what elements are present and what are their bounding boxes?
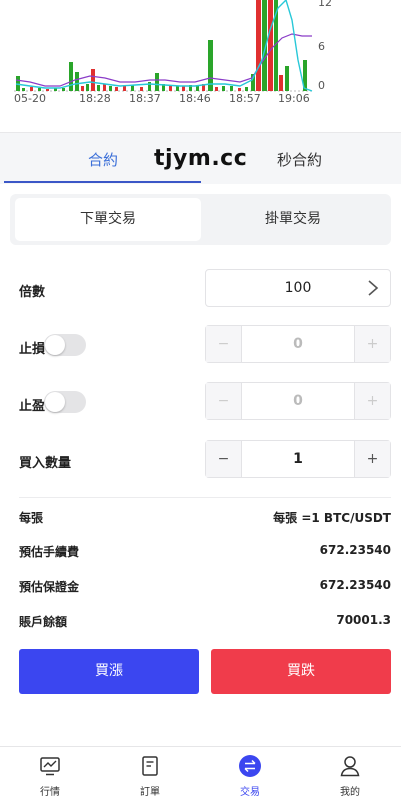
volume-bar bbox=[222, 86, 225, 91]
volume-bar bbox=[215, 87, 218, 91]
volume-bar bbox=[279, 75, 283, 91]
volume-bar bbox=[30, 87, 33, 91]
x-axis-label: 19:06 bbox=[278, 92, 310, 105]
nav-label-orders: 訂單 bbox=[140, 787, 160, 798]
chevron-right-icon bbox=[368, 280, 379, 296]
multiplier-label: 倍數 bbox=[19, 285, 46, 300]
volume-bar bbox=[256, 0, 261, 91]
nav-item-orders[interactable]: 訂單 bbox=[100, 747, 200, 799]
balance-label: 賬戶餘額 bbox=[19, 615, 68, 629]
ma-line-purple bbox=[15, 33, 312, 87]
volume-bar bbox=[91, 69, 95, 91]
take-profit-label: 止盈 bbox=[19, 399, 46, 414]
nav-label-market: 行情 bbox=[40, 787, 60, 798]
price-chart: 12 6 0 05-20 18:28 18:37 18:46 18:57 19:… bbox=[0, 0, 401, 132]
x-axis-label: 05-20 bbox=[14, 92, 46, 105]
volume-bar bbox=[176, 86, 179, 91]
multiplier-value: 100 bbox=[284, 280, 312, 296]
buy-short-button[interactable]: 買跌 bbox=[211, 649, 391, 694]
nav-label-profile: 我的 bbox=[340, 787, 360, 798]
volume-bar bbox=[268, 0, 273, 91]
volume-bar bbox=[97, 85, 100, 91]
bottom-navigation: 行情 訂單 交易 我的 bbox=[0, 746, 401, 799]
chart-monitor-icon bbox=[40, 757, 60, 776]
y-axis-label: 12 bbox=[318, 0, 332, 9]
volume-bar bbox=[22, 88, 25, 91]
order-type-switch: 下單交易 掛單交易 bbox=[10, 194, 391, 245]
take-profit-stepper[interactable]: − 0 + bbox=[205, 382, 391, 420]
quantity-plus-button[interactable]: + bbox=[354, 441, 390, 477]
toggle-knob bbox=[45, 392, 65, 412]
tab-contract[interactable]: 合約 bbox=[88, 149, 118, 170]
volume-chart-svg bbox=[14, 0, 313, 92]
stop-loss-label: 止損 bbox=[19, 342, 46, 357]
stop-loss-toggle[interactable] bbox=[44, 334, 86, 356]
volume-bar bbox=[140, 87, 143, 91]
watermark-text: tjym.cc bbox=[154, 146, 248, 171]
multiplier-select[interactable]: 100 bbox=[205, 269, 391, 307]
volume-bar bbox=[109, 86, 112, 91]
quantity-stepper[interactable]: − 1 + bbox=[205, 440, 391, 478]
volume-bar bbox=[38, 88, 41, 91]
x-axis-label: 18:57 bbox=[229, 92, 261, 105]
nav-item-market[interactable]: 行情 bbox=[0, 747, 100, 799]
nav-item-profile[interactable]: 我的 bbox=[300, 747, 400, 799]
take-profit-plus-button[interactable]: + bbox=[354, 383, 390, 419]
volume-bars bbox=[16, 0, 307, 91]
volume-bar bbox=[86, 84, 89, 91]
tab-second-contract[interactable]: 秒合約 bbox=[277, 149, 322, 170]
take-profit-toggle[interactable] bbox=[44, 391, 86, 413]
volume-bar bbox=[103, 84, 106, 91]
tab-active-indicator bbox=[4, 181, 201, 183]
nav-item-trade[interactable]: 交易 bbox=[200, 747, 300, 799]
volume-bar bbox=[46, 89, 49, 91]
document-icon bbox=[142, 756, 158, 776]
ma-line-cyan bbox=[15, 0, 313, 92]
divider bbox=[19, 497, 391, 498]
stop-loss-plus-button[interactable]: + bbox=[354, 326, 390, 362]
margin-value: 672.23540 bbox=[319, 578, 391, 592]
volume-bar bbox=[238, 88, 241, 91]
fee-label: 預估手續費 bbox=[19, 545, 80, 559]
quantity-label: 買入數量 bbox=[19, 456, 72, 471]
toggle-knob bbox=[45, 335, 65, 355]
stop-loss-stepper[interactable]: − 0 + bbox=[205, 325, 391, 363]
volume-bar bbox=[182, 86, 185, 91]
per-contract-label: 每張 bbox=[19, 511, 44, 525]
balance-value: 70001.3 bbox=[336, 613, 391, 627]
fee-value: 672.23540 bbox=[319, 543, 391, 557]
volume-bar bbox=[62, 88, 65, 91]
y-axis-label: 0 bbox=[318, 79, 325, 92]
swap-icon bbox=[239, 755, 261, 777]
margin-label: 預估保證金 bbox=[19, 580, 80, 594]
volume-bar bbox=[285, 66, 289, 91]
nav-label-trade: 交易 bbox=[240, 787, 260, 798]
tab-market-order[interactable]: 下單交易 bbox=[15, 198, 201, 241]
per-contract-value: 每張 =1 BTC/USDT bbox=[273, 511, 391, 525]
x-axis-label: 18:28 bbox=[79, 92, 111, 105]
x-axis-label: 18:37 bbox=[129, 92, 161, 105]
tab-limit-order[interactable]: 掛單交易 bbox=[200, 198, 386, 241]
volume-bar bbox=[155, 73, 159, 91]
volume-bar bbox=[81, 86, 84, 91]
volume-bar bbox=[230, 86, 233, 91]
volume-bar bbox=[123, 86, 126, 91]
x-axis-label: 18:46 bbox=[179, 92, 211, 105]
volume-bar bbox=[75, 72, 79, 91]
user-icon bbox=[340, 756, 360, 777]
volume-bar bbox=[115, 87, 118, 91]
volume-bar bbox=[245, 87, 248, 91]
volume-bar bbox=[69, 62, 73, 91]
buy-long-button[interactable]: 買漲 bbox=[19, 649, 199, 694]
y-axis-label: 6 bbox=[318, 40, 325, 53]
